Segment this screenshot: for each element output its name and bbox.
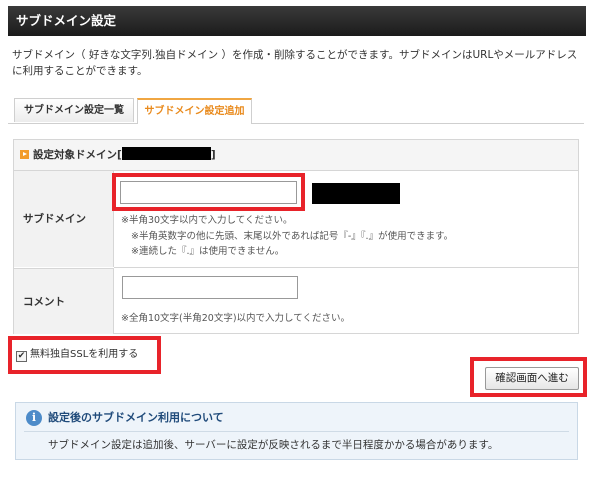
redacted-domain-suffix: [312, 183, 400, 204]
page-title: サブドメイン設定: [8, 6, 586, 36]
comment-input[interactable]: [122, 276, 298, 299]
info-title: 設定後のサブドメイン利用について: [48, 411, 224, 424]
page-description: サブドメイン（ 好きな文字列.独自ドメイン ）を作成・削除することができます。サ…: [12, 47, 582, 79]
target-domain-header: 設定対象ドメイン[]: [14, 140, 578, 171]
description-line-2: に利用することができます。: [12, 65, 148, 77]
confirm-highlight-box: [470, 357, 587, 397]
target-domain-label-end: ]: [210, 149, 216, 161]
arrow-bullet-icon: [20, 150, 29, 159]
target-domain-label: 設定対象ドメイン[: [33, 149, 122, 161]
info-divider: [24, 431, 569, 432]
subdomain-hint-2: ※半角英数字の他に先頭、末尾以外であれば記号『-』『.』が使用できます。: [131, 231, 454, 242]
ssl-highlight-box: [8, 336, 161, 374]
comment-label: コメント: [14, 268, 114, 334]
row-divider: [114, 267, 578, 268]
subdomain-label: サブドメイン: [14, 171, 114, 267]
subdomain-highlight-box: [112, 173, 305, 211]
info-box: i 設定後のサブドメイン利用について サブドメイン設定は追加後、サーバーに設定が…: [15, 402, 578, 460]
info-icon: i: [26, 410, 42, 426]
comment-hint: ※全角10文字(半角20文字)以内で入力してください。: [121, 313, 350, 324]
subdomain-hint-1: ※半角30文字以内で入力してください。: [121, 215, 293, 226]
info-text: サブドメイン設定は追加後、サーバーに設定が反映されるまで半日程度かかる場合があり…: [48, 439, 499, 451]
tab-bar: サブドメイン設定一覧 サブドメイン設定追加: [8, 98, 584, 124]
redacted-domain: [121, 147, 211, 160]
tab-subdomain-add[interactable]: サブドメイン設定追加: [137, 98, 252, 124]
subdomain-hint-3: ※連続した『.』は使用できません。: [131, 246, 285, 257]
description-line-1: サブドメイン（ 好きな文字列.独自ドメイン ）を作成・削除することができます。サ…: [12, 49, 578, 61]
tab-subdomain-list[interactable]: サブドメイン設定一覧: [14, 98, 134, 122]
